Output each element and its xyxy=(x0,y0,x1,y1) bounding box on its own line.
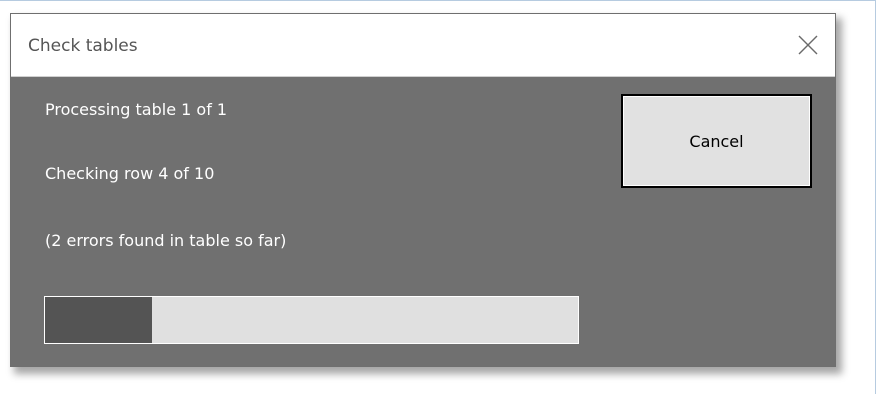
close-icon[interactable] xyxy=(795,32,821,58)
processing-status-text: Processing table 1 of 1 xyxy=(45,100,228,119)
row-status-text: Checking row 4 of 10 xyxy=(45,164,215,183)
progress-bar xyxy=(44,296,579,344)
dialog-title: Check tables xyxy=(28,36,138,56)
errors-status-text: (2 errors found in table so far) xyxy=(45,231,287,250)
progress-bar-fill xyxy=(45,297,152,343)
cancel-button[interactable]: Cancel xyxy=(621,94,812,188)
check-tables-dialog: Check tables Processing table 1 of 1 Che… xyxy=(10,13,836,367)
dialog-title-bar[interactable]: Check tables xyxy=(11,14,835,77)
